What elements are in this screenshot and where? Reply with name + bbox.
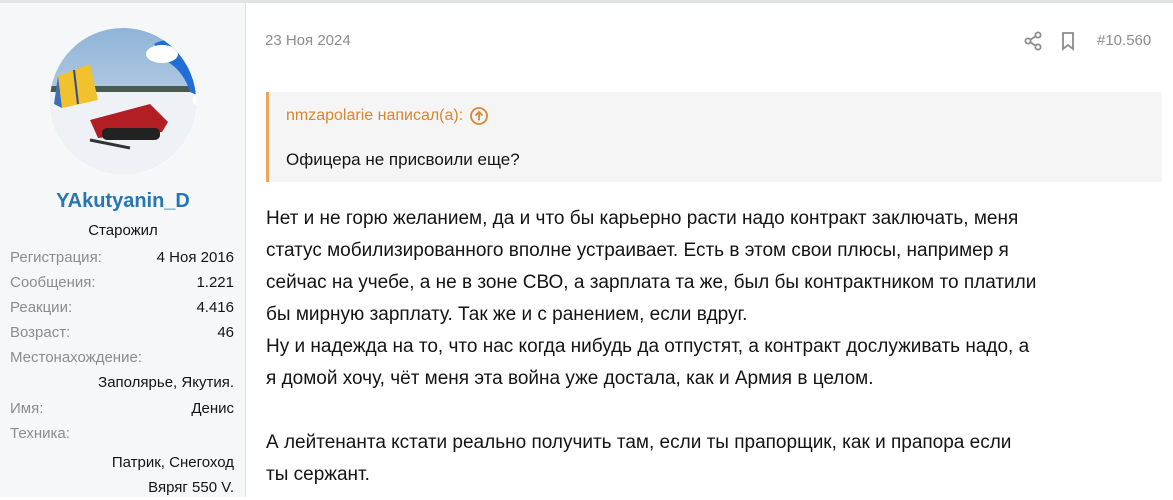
- stat-value: 4 Ноя 2016: [156, 249, 234, 266]
- post-line: бы мирную зарплату. Так же и с ранением,…: [266, 304, 748, 325]
- post-line: Нет и не горю желанием, да и что бы карь…: [266, 208, 1019, 229]
- stat-reactions: Реакции: 4.416: [10, 299, 234, 319]
- stat-value: 4.416: [196, 299, 234, 316]
- stat-registration: Регистрация: 4 Ноя 2016: [10, 249, 234, 269]
- stat-label: Реакции:: [10, 299, 73, 316]
- user-title: Старожил: [88, 222, 158, 239]
- stat-label: Возраст:: [10, 324, 71, 341]
- author-sidebar: YAkutyanin_D Старожил Регистрация: 4 Ноя…: [0, 3, 246, 497]
- post-line: ты сержант.: [266, 464, 370, 485]
- stat-name: Имя: Денис: [10, 400, 234, 420]
- post-line: сейчас на учебе, а не в зоне СВО, а зарп…: [266, 272, 1037, 293]
- avatar[interactable]: [50, 28, 196, 174]
- post-number-link[interactable]: #10.560: [1097, 32, 1151, 49]
- post-line: Ну и надежда на то, что нас когда нибудь…: [266, 336, 1030, 357]
- username-link[interactable]: YAkutyanin_D: [0, 190, 246, 213]
- stat-label: Регистрация:: [10, 249, 102, 266]
- bookmark-icon[interactable]: [1057, 30, 1079, 52]
- quote-text: Офицера не присвоили еще?: [286, 150, 520, 169]
- stat-value: Денис: [191, 400, 234, 417]
- arrow-up-circle-icon[interactable]: [469, 106, 489, 126]
- stat-label: Сообщения:: [10, 274, 96, 291]
- stat-value[interactable]: 1.221: [196, 274, 234, 291]
- quote-author-link[interactable]: nmzapolarie написал(а):: [286, 106, 489, 126]
- stat-label: Имя:: [10, 400, 44, 417]
- stat-value: 46: [217, 324, 234, 341]
- post-date[interactable]: 23 Ноя 2024: [265, 32, 351, 49]
- quote-author-label[interactable]: nmzapolarie написал(а):: [286, 107, 463, 125]
- stat-messages: Сообщения: 1.221: [10, 274, 234, 294]
- post-line: А лейтенанта кстати реально получить там…: [266, 432, 1012, 453]
- stat-equipment: Техника: Патрик, Снегоход Вяряг 550 V.: [10, 425, 234, 496]
- post-line: статус мобилизированного вполне устраива…: [266, 240, 1009, 261]
- quote-block: nmzapolarie написал(а): Офицера не присв…: [266, 92, 1162, 182]
- stat-label: Техника:: [10, 425, 70, 442]
- stat-location: Местонахождение: Заполярье, Якутия.: [10, 349, 234, 397]
- post-body: Нет и не горю желанием, да и что бы карь…: [266, 203, 1161, 491]
- stat-value: Заполярье, Якутия.: [98, 374, 234, 391]
- post-line: я домой хочу, чёт меня эта война уже дос…: [266, 368, 874, 389]
- share-icon[interactable]: [1022, 30, 1044, 52]
- stat-label: Местонахождение:: [10, 349, 142, 366]
- stat-value: Патрик, Снегоход Вяряг 550 V.: [111, 454, 234, 496]
- stat-age: Возраст: 46: [10, 324, 234, 344]
